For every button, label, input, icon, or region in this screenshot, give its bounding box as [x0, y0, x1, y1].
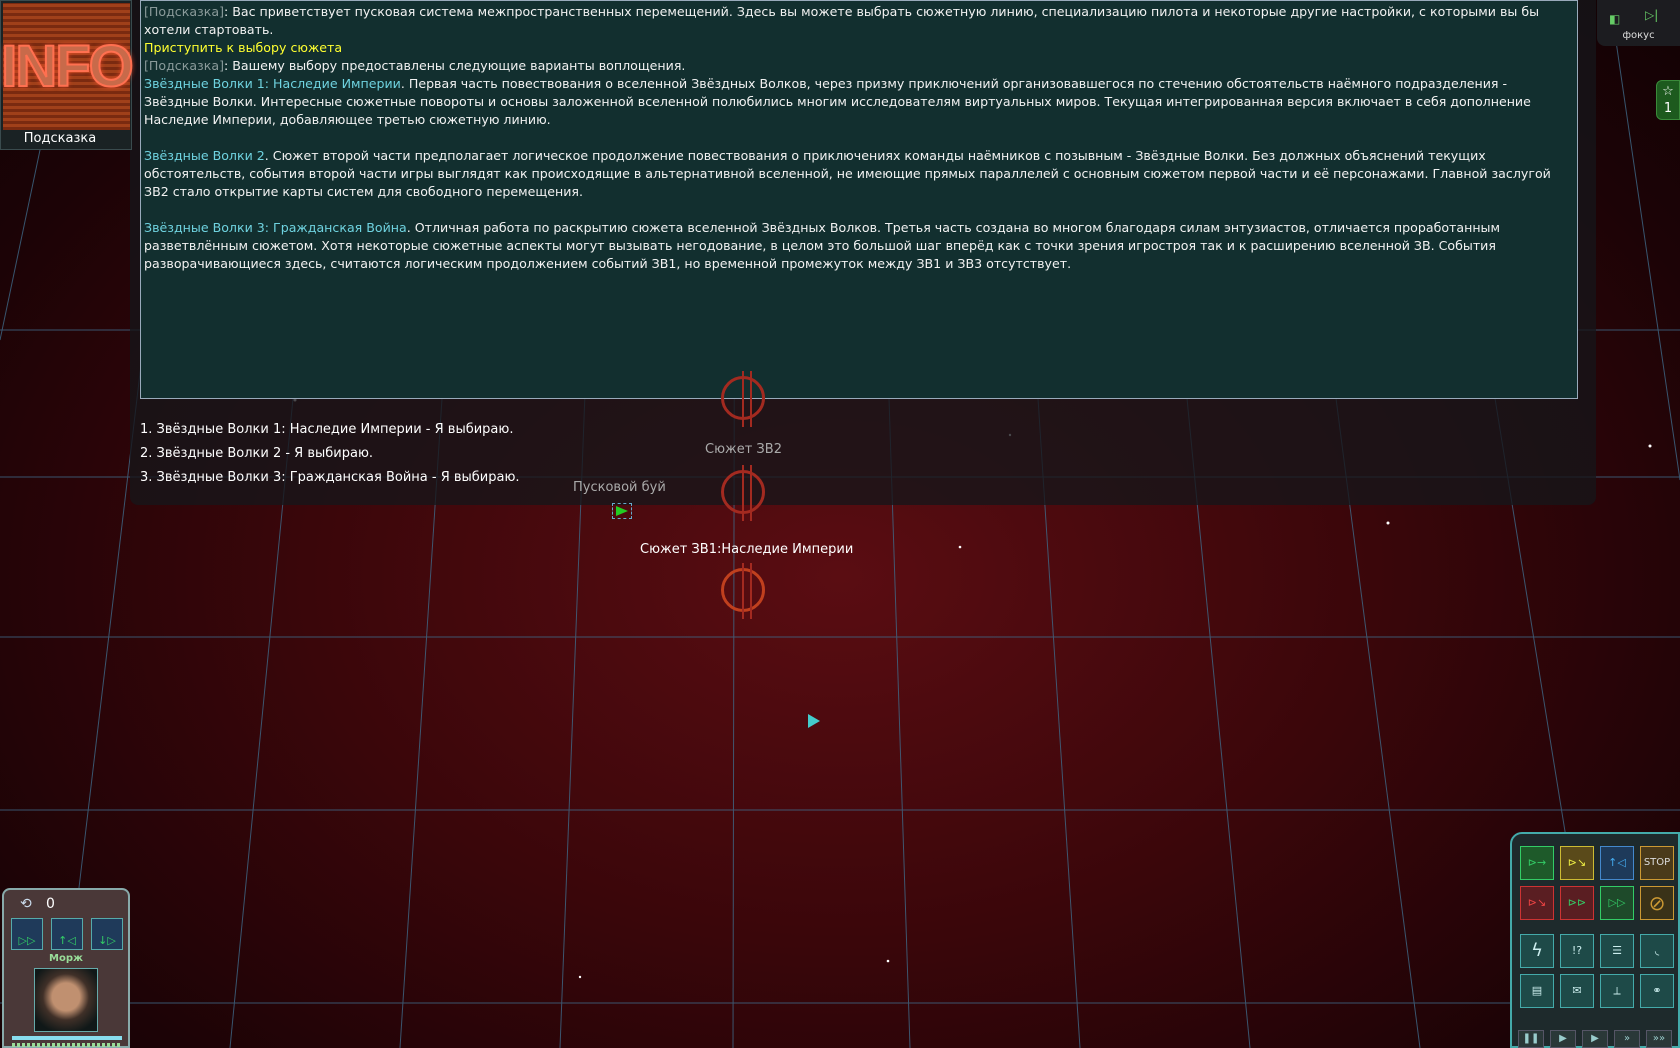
label-buoy[interactable]: Пусковой буй	[573, 480, 666, 495]
info-label: Подсказка	[23, 131, 97, 146]
sw3-title: Звёздные Волки 3: Гражданская Война	[144, 220, 407, 235]
label-sw1[interactable]: Сюжет ЗВ1:Наследие Империи	[640, 542, 853, 557]
network-icon[interactable]: ⚭	[1640, 974, 1674, 1008]
speed-4-button[interactable]: »»	[1646, 1030, 1672, 1048]
stop-button[interactable]: STOP	[1640, 846, 1674, 880]
squad-icon: ⟲	[20, 896, 32, 912]
cancel-button[interactable]: ⊘	[1640, 886, 1674, 920]
select-ship-button[interactable]: ▷▷	[1600, 886, 1634, 920]
action-link[interactable]: Приступить к выбору сюжета	[144, 39, 1574, 57]
ship-arrow-icon: ▷|	[1645, 8, 1659, 22]
attack-button[interactable]: ⊳↘	[1520, 886, 1554, 920]
energy-icon[interactable]: ϟ	[1520, 934, 1554, 968]
sw1-title: Звёздные Волки 1: Наследие Империи	[144, 76, 401, 91]
focus-label: фокус	[1622, 30, 1655, 41]
label-sw2[interactable]: Сюжет ЗВ2	[705, 442, 782, 457]
radar-icon[interactable]: ◟	[1640, 934, 1674, 968]
pilot-name: Морж	[49, 953, 83, 964]
task-list-icon[interactable]: ☰	[1600, 934, 1634, 968]
choice-list: 1. Звёздные Волки 1: Наследие Империи - …	[140, 418, 520, 490]
command-panel: ⊳→ ⊳↘ ↑◁ STOP ⊳↘ ⊳⊳ ▷▷ ⊘ ϟ !? ☰ ◟ ▤ ✉ ⟂ …	[1510, 832, 1680, 1048]
hint-text-panel: [Подсказка]: Вас приветствует пусковая с…	[140, 0, 1578, 399]
dialog-icon[interactable]: !?	[1560, 934, 1594, 968]
info-logo: INFO	[0, 3, 135, 130]
choice-sw1[interactable]: 1. Звёздные Волки 1: Наследие Империи - …	[140, 418, 520, 442]
tech-tree-icon[interactable]: ⟂	[1600, 974, 1634, 1008]
sw2-top-marker[interactable]	[721, 371, 765, 427]
ship-defend-button[interactable]: ↓▷	[91, 918, 123, 950]
rank-badge[interactable]: ☆ 1	[1656, 80, 1680, 120]
pause-button[interactable]: ❚❚	[1518, 1030, 1544, 1048]
pilot-portrait[interactable]	[34, 968, 98, 1032]
speed-1-button[interactable]: ▶	[1550, 1030, 1576, 1048]
speed-2-button[interactable]: ▶	[1582, 1030, 1608, 1048]
info-box: INFO Подсказка	[0, 0, 135, 150]
intro2-text: : Вашему выбору предоставлены следующие …	[223, 58, 686, 73]
choice-sw3[interactable]: 3. Звёздные Волки 3: Гражданская Война -…	[140, 466, 520, 490]
log-icon[interactable]: ▤	[1520, 974, 1554, 1008]
hint-tag: [Подсказка]	[144, 4, 224, 19]
mail-icon[interactable]: ✉	[1560, 974, 1594, 1008]
hint-tag: [Подсказка]	[144, 58, 224, 73]
intro-text: : Вас приветствует пусковая система межп…	[144, 4, 1540, 37]
health-bar	[12, 1036, 122, 1040]
focus-button[interactable]: ◧ ▷| фокус	[1597, 0, 1680, 46]
buoy-icon[interactable]	[612, 503, 632, 519]
energy-bar	[12, 1043, 122, 1047]
ship-follow-button[interactable]: ↑◁	[51, 918, 83, 950]
sw1-marker[interactable]	[721, 563, 765, 619]
dock-button[interactable]: ↑◁	[1600, 846, 1634, 880]
choice-sw2[interactable]: 2. Звёздные Волки 2 - Я выбираю.	[140, 442, 520, 466]
squad-count: 0	[46, 896, 55, 912]
sw2-marker[interactable]	[721, 465, 765, 521]
move-to-button[interactable]: ⊳→	[1520, 846, 1554, 880]
free-attack-button[interactable]: ⊳⊳	[1560, 886, 1594, 920]
sw2-text: . Сюжет второй части предполагает логиче…	[144, 148, 1551, 199]
camera-icon: ◧	[1609, 12, 1621, 26]
follow-button[interactable]: ⊳↘	[1560, 846, 1594, 880]
mouse-cursor-icon	[808, 714, 820, 728]
ship-attack-button[interactable]: ▷▷	[11, 918, 43, 950]
squad-panel: ⟲ 0 ▷▷ ↑◁ ↓▷ Морж	[2, 888, 130, 1048]
star-icon: ☆	[1662, 84, 1674, 99]
rank-count: 1	[1663, 101, 1673, 116]
speed-3-button[interactable]: »	[1614, 1030, 1640, 1048]
sw2-title: Звёздные Волки 2	[144, 148, 265, 163]
